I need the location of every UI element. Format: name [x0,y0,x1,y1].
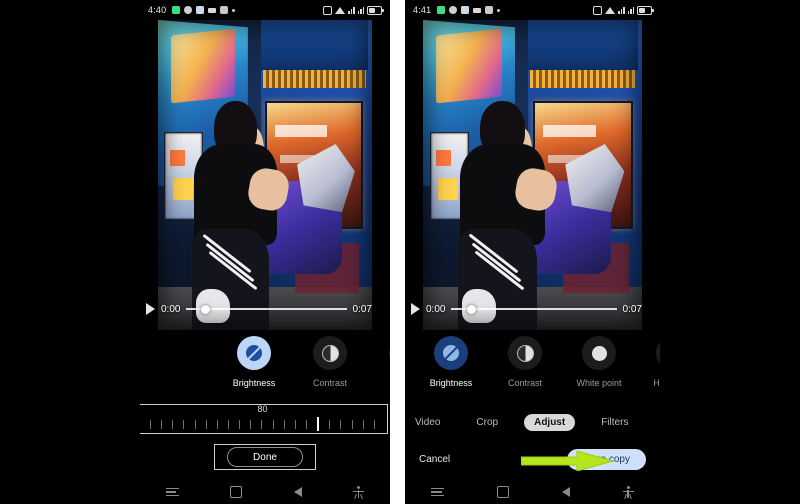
player-controls[interactable]: 0:00 0:07 [411,298,642,320]
home-icon[interactable] [497,486,510,498]
battery-icon [637,5,654,15]
contrast-icon [508,336,542,370]
wifi-icon [335,6,345,14]
brightness-icon [237,336,271,370]
brightness-slider[interactable]: 80 [140,404,388,434]
done-button[interactable]: Done [227,447,303,467]
signal-icon [348,6,355,14]
android-nav-bar [140,480,390,504]
android-nav-bar [405,480,660,504]
left-background [0,0,140,504]
chip-label: Brightness [232,378,276,388]
home-icon[interactable] [230,486,243,498]
status-time: 4:41 [413,5,432,15]
signal2-icon [627,6,634,14]
player-controls[interactable]: 0:00 0:07 [146,298,372,320]
slider-value: 80 [257,404,268,414]
progress-scrubber[interactable] [451,304,617,314]
chip-label: Highlights [653,378,660,388]
signal-icon [618,6,625,14]
chat-icon [449,6,458,14]
panel-divider [390,0,405,504]
adjust-chip-row: Brightness Contrast White point Highligh… [405,336,660,388]
total-time: 0:07 [622,303,642,315]
tab-filters[interactable]: Filters [591,414,638,431]
status-app-icons [437,6,593,14]
tab-crop[interactable]: Crop [466,414,508,431]
tab-markup[interactable]: Mark [654,414,660,431]
chip-white-point[interactable]: White [378,336,390,388]
menu-icon[interactable] [431,487,445,497]
right-phone-screenshot: 4:41 0:00 0:07 Brightness Contrast White… [405,0,660,504]
dot-icon [232,8,236,12]
status-system-icons [593,5,654,15]
accessibility-icon[interactable] [353,486,365,500]
back-icon[interactable] [293,487,302,497]
chip-label: Contrast [312,378,347,388]
accessibility-icon[interactable] [622,486,634,500]
status-app-icons [172,6,323,14]
back-icon[interactable] [561,487,570,497]
whatsapp-icon [437,6,446,14]
screenshot-stage: 4:40 0:00 0:07 Brightness Contrast 80 Do… [0,0,800,504]
play-icon[interactable] [411,303,420,315]
white-point-icon [582,336,616,370]
chat-icon [184,6,193,14]
current-time: 0:00 [161,303,181,315]
status-time: 4:40 [148,5,167,15]
total-time: 0:07 [352,303,372,315]
scrubber-handle[interactable] [201,304,211,314]
video-preview[interactable]: 0:00 0:07 [405,20,660,330]
dot-icon [497,8,501,12]
signal2-icon [357,6,364,14]
wifi-icon [605,6,615,14]
app-icon [461,6,470,14]
alarm-icon [323,5,332,15]
instagram-icon [220,6,229,14]
status-system-icons [323,5,384,15]
editor-tab-bar: Video Crop Adjust Filters Mark [405,410,660,434]
annotation-arrow-icon [521,451,613,471]
chip-label: Contrast [507,378,542,388]
chip-white-point[interactable]: White point [571,336,627,388]
done-highlight: Done [214,444,316,470]
right-background [660,0,800,504]
alarm-icon [593,5,602,15]
brightness-icon [434,336,468,370]
cancel-button[interactable]: Cancel [419,454,450,465]
chip-contrast[interactable]: Contrast [497,336,553,388]
video-frame [158,20,372,330]
highlights-icon [656,336,660,370]
left-phone-screenshot: 4:40 0:00 0:07 Brightness Contrast 80 Do… [140,0,390,504]
chip-label: White point [576,378,622,388]
chip-highlights[interactable]: Highlights [645,336,660,388]
status-bar: 4:40 [140,0,390,20]
progress-scrubber[interactable] [186,304,347,314]
menu-icon[interactable] [165,487,179,497]
tab-video[interactable]: Video [405,414,450,431]
video-preview[interactable]: 0:00 0:07 [140,20,390,330]
status-bar: 4:41 [405,0,660,20]
scrubber-handle[interactable] [466,304,476,314]
app-icon [196,6,205,14]
chip-brightness[interactable]: Brightness [423,336,479,388]
current-time: 0:00 [426,303,446,315]
slider-thumb [317,417,320,431]
whatsapp-icon [172,6,181,14]
slider-ticks [150,417,375,431]
message-icon [208,7,217,13]
instagram-icon [485,6,494,14]
battery-icon [367,5,384,15]
chip-contrast[interactable]: Contrast [302,336,358,388]
tab-adjust[interactable]: Adjust [524,413,576,431]
message-icon [473,7,482,13]
play-icon[interactable] [146,303,155,315]
video-frame [423,20,642,330]
contrast-icon [313,336,347,370]
adjust-chip-row: Brightness Contrast White [140,336,390,388]
chip-label: Brightness [429,378,473,388]
chip-brightness[interactable]: Brightness [226,336,282,388]
